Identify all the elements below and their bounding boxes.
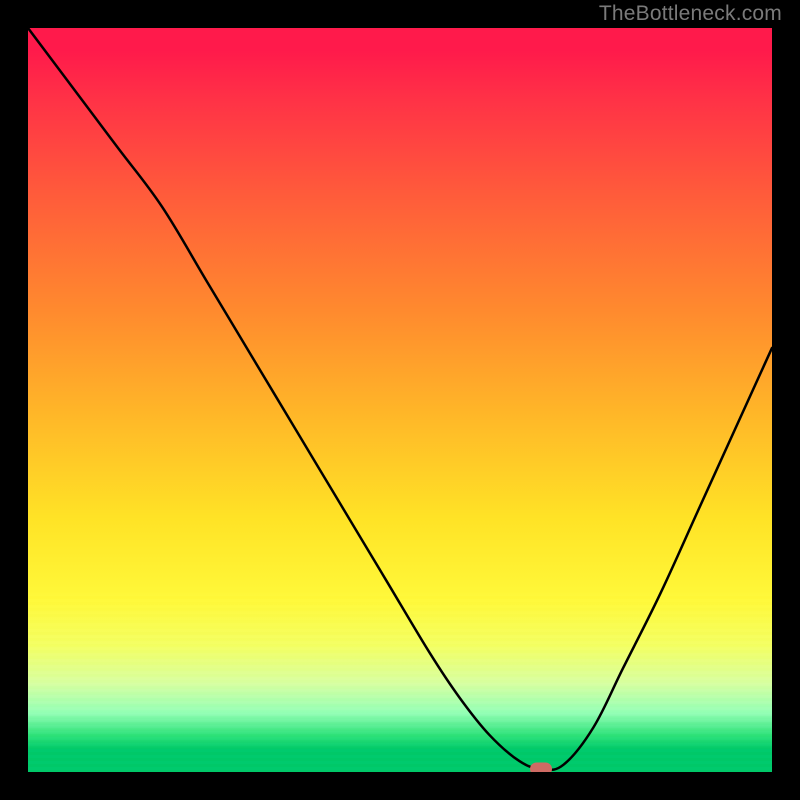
chart-frame: TheBottleneck.com	[0, 0, 800, 800]
optimal-point-marker	[530, 763, 552, 772]
bottleneck-curve	[28, 28, 772, 772]
plot-area	[28, 28, 772, 772]
watermark-text: TheBottleneck.com	[599, 2, 782, 26]
